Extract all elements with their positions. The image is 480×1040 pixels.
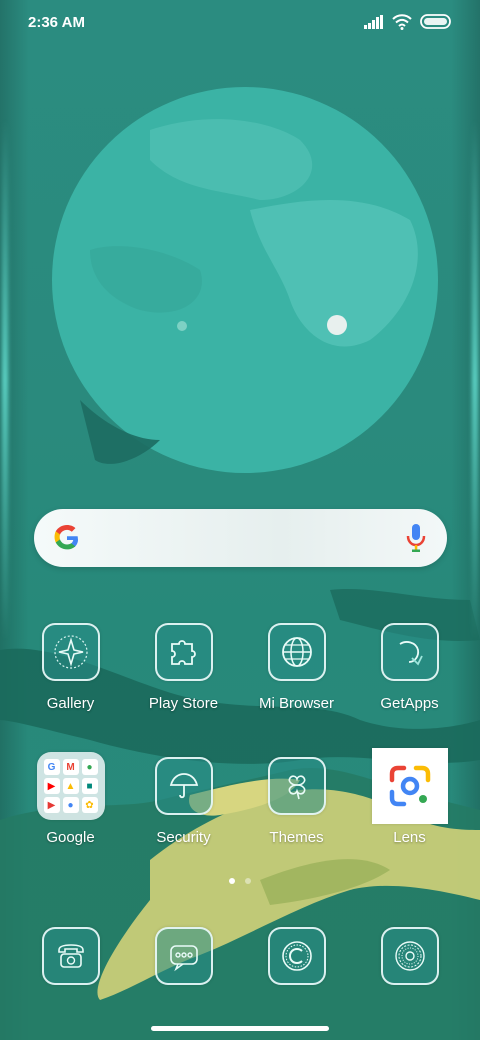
youtube-icon: ▶: [43, 778, 60, 794]
wifi-icon: [392, 14, 412, 30]
edge-glow-left: [2, 120, 8, 640]
messaging-icon: [154, 927, 213, 985]
app-label-mi-browser: Mi Browser: [258, 695, 334, 712]
page-dot-2[interactable]: [245, 878, 251, 884]
mic-icon[interactable]: [405, 523, 427, 553]
gallery-icon: [41, 623, 100, 681]
dock-messaging[interactable]: [127, 927, 240, 985]
assistant-icon: ●: [62, 797, 79, 813]
page-indicator: [0, 878, 480, 884]
meet-icon: ■: [81, 778, 98, 794]
google-g-icon: [54, 525, 79, 550]
status-time: 2:36 AM: [28, 13, 85, 31]
drive-icon: ▲: [62, 778, 79, 794]
play-movies-icon: ▶: [43, 797, 60, 813]
google-folder-icon: G M ● ▶ ▲ ■ ▶ ● ✿: [36, 752, 105, 820]
maps-icon: ●: [81, 759, 98, 775]
status-icons: [364, 14, 452, 30]
dock-browser[interactable]: [240, 927, 353, 985]
app-getapps[interactable]: GetApps: [353, 623, 466, 712]
app-label-security: Security: [156, 829, 211, 846]
app-label-gallery: Gallery: [46, 695, 95, 712]
phone-icon: [41, 927, 100, 985]
status-bar: 2:36 AM: [0, 0, 480, 44]
gmail-icon: M: [62, 759, 79, 775]
globe-icon: [267, 623, 326, 681]
google-icon: G: [43, 759, 60, 775]
lens-icon: [371, 748, 448, 824]
camera-icon: [380, 927, 439, 985]
folder-google[interactable]: G M ● ▶ ▲ ■ ▶ ● ✿ Google: [14, 752, 127, 846]
app-label-getapps: GetApps: [380, 695, 439, 712]
clover-icon: [267, 757, 326, 815]
app-label-lens: Lens: [393, 829, 426, 846]
app-security[interactable]: Security: [127, 757, 240, 846]
page-dot-1[interactable]: [229, 878, 235, 884]
signal-icon: [364, 15, 383, 29]
app-label-themes: Themes: [269, 829, 324, 846]
dock-camera[interactable]: [353, 927, 466, 985]
app-lens[interactable]: Lens: [353, 748, 466, 846]
app-themes[interactable]: Themes: [240, 757, 353, 846]
edge-glow-right: [472, 120, 478, 640]
home-indicator[interactable]: [151, 1026, 329, 1031]
photos-icon: ✿: [81, 797, 98, 813]
dock-phone[interactable]: [14, 927, 127, 985]
browser-c-icon: [267, 927, 326, 985]
google-search-bar[interactable]: [34, 509, 447, 567]
app-mi-browser[interactable]: Mi Browser: [240, 623, 353, 712]
app-label-google: Google: [46, 829, 95, 846]
app-play-store[interactable]: Play Store: [127, 623, 240, 712]
getapps-icon: [380, 623, 439, 681]
umbrella-icon: [154, 757, 213, 815]
puzzle-icon: [154, 623, 213, 681]
battery-icon: [420, 14, 451, 29]
app-gallery[interactable]: Gallery: [14, 623, 127, 712]
app-label-play-store: Play Store: [148, 695, 219, 712]
